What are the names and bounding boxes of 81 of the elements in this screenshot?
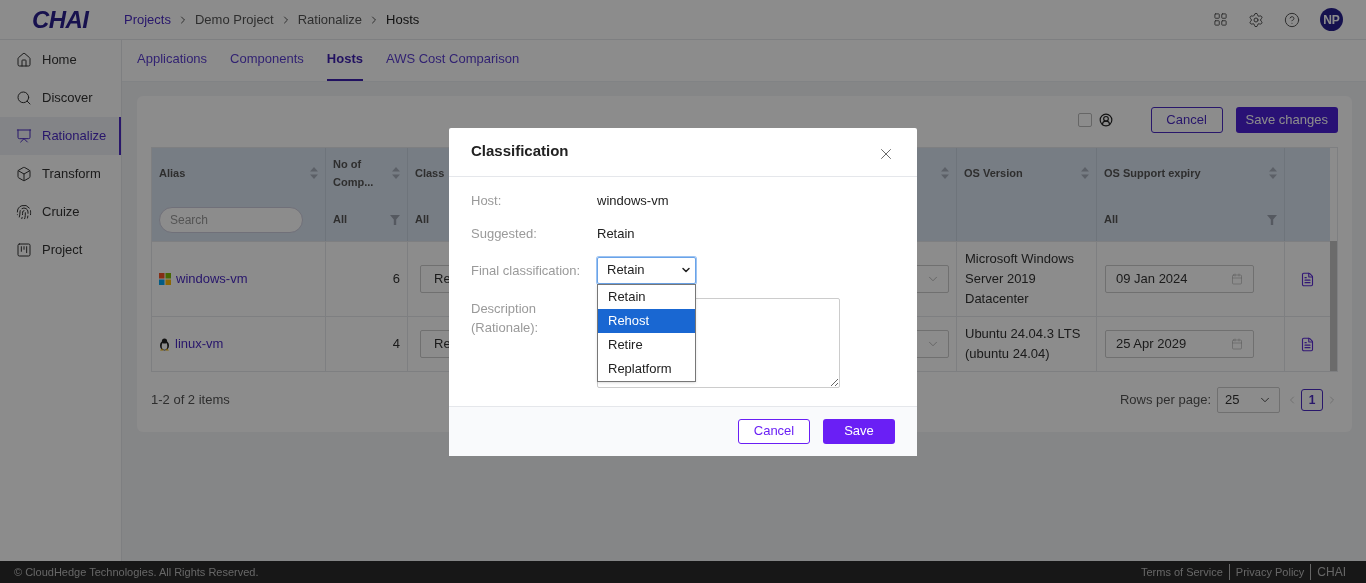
date-field[interactable]: 25 Apr 2029 [1105,330,1254,358]
filter-icon[interactable] [1267,214,1277,225]
rows-per-page-label: Rows per page: [1119,391,1211,410]
dropdown-option[interactable]: Rehost [598,308,695,333]
tab[interactable]: Applications [137,48,208,81]
cube-icon [16,166,32,182]
breadcrumb-item: Demo Project [194,10,274,29]
sidebar-item[interactable]: Rationalize [0,117,121,155]
calendar-icon [1231,338,1243,350]
tab[interactable]: AWS Cost Comparison [385,48,520,81]
field-label: Description (Rationale): [471,299,540,337]
host-link[interactable]: windows-vm [176,269,248,289]
rows-per-page-select[interactable]: 25 [1217,387,1280,413]
calendar-icon [1231,273,1243,285]
home-icon [16,52,32,68]
classification-select[interactable]: Retain [597,256,696,284]
sidebar-item[interactable]: Discover [0,79,121,117]
board-icon [16,242,32,258]
dropdown-option[interactable]: Replatform [598,356,695,381]
dropdown-option[interactable]: Retire [598,332,695,357]
footer-link[interactable]: CHAI [1311,563,1352,581]
breadcrumb-item: Rationalize [297,10,363,29]
help-icon[interactable] [1284,11,1300,28]
sort-icon[interactable] [941,167,949,179]
cancel-button[interactable]: Cancel [738,418,810,444]
items-count: 1-2 of 2 items [151,391,230,410]
field-value: windows-vm [597,191,670,210]
sort-icon[interactable] [1081,167,1089,179]
tab[interactable]: Hosts [326,48,363,81]
filter-icon[interactable] [390,214,400,225]
filter-value[interactable]: All [333,211,390,228]
dropdown-option[interactable]: Retain [598,284,695,309]
field-value: Retain [597,224,636,243]
sidebar-item[interactable]: Project [0,231,121,269]
search-field[interactable]: Search [159,206,303,233]
cancel-button[interactable]: Cancel [1150,107,1223,133]
column-header: No of Comp... [333,157,375,190]
settings-icon[interactable] [1248,11,1264,28]
field-label: Suggested: [471,224,538,243]
fingerprint-icon [16,204,32,220]
copyright-text: © CloudHedge Technologies. All Rights Reserved. [14,564,259,580]
user-circle-icon [1098,113,1113,127]
field-label: Host: [471,191,503,210]
sidebar-item[interactable]: Transform [0,155,121,193]
sidebar-item[interactable]: Cruize [0,193,121,231]
column-header: OS Support expiry [1104,166,1202,181]
sort-icon[interactable] [392,167,400,179]
user-avatar[interactable]: NP [1320,8,1343,31]
table-cell: Microsoft Windows Server 2019 Datacenter [965,251,1075,306]
save-button[interactable]: Save [823,418,895,444]
document-icon[interactable] [1300,271,1315,287]
column-header: Alias [159,166,187,181]
save-changes-button[interactable]: Save changes [1235,107,1338,133]
footer-link[interactable]: Privacy Policy [1229,563,1312,581]
breadcrumb-link[interactable]: Projects [124,9,171,30]
field-label: Final classification: [471,261,582,280]
windows-logo-icon [159,273,171,285]
checkbox[interactable] [1077,113,1092,127]
column-header: OS Version [964,166,1024,181]
page-button[interactable]: 1 [1301,389,1323,411]
apps-grid-icon[interactable] [1213,12,1228,27]
table-cell-text: 4 [392,335,400,354]
search-icon [16,90,32,106]
dialog-title: Classification [471,141,569,162]
breadcrumb-item: Hosts [386,10,420,29]
table-cell-text: 6 [392,270,400,289]
sort-icon[interactable] [310,167,318,179]
document-icon[interactable] [1300,336,1315,352]
penguin-icon [159,337,170,351]
logo[interactable]: CHAI [32,5,89,33]
sidebar-item[interactable]: Home [0,41,121,79]
table-cell: Ubuntu 24.04.3 LTS (ubuntu 24.04) [965,326,1081,361]
date-field[interactable]: 09 Jan 2024 [1105,265,1254,293]
scrollbar[interactable] [1330,241,1337,371]
footer-link[interactable]: Terms of Service [1134,563,1230,581]
column-header: Class [415,166,446,181]
tab[interactable]: Components [230,48,304,81]
filter-value[interactable]: All [1104,211,1267,228]
presentation-icon [16,128,32,144]
host-link[interactable]: linux-vm [175,334,224,354]
sort-icon[interactable] [1269,167,1277,179]
